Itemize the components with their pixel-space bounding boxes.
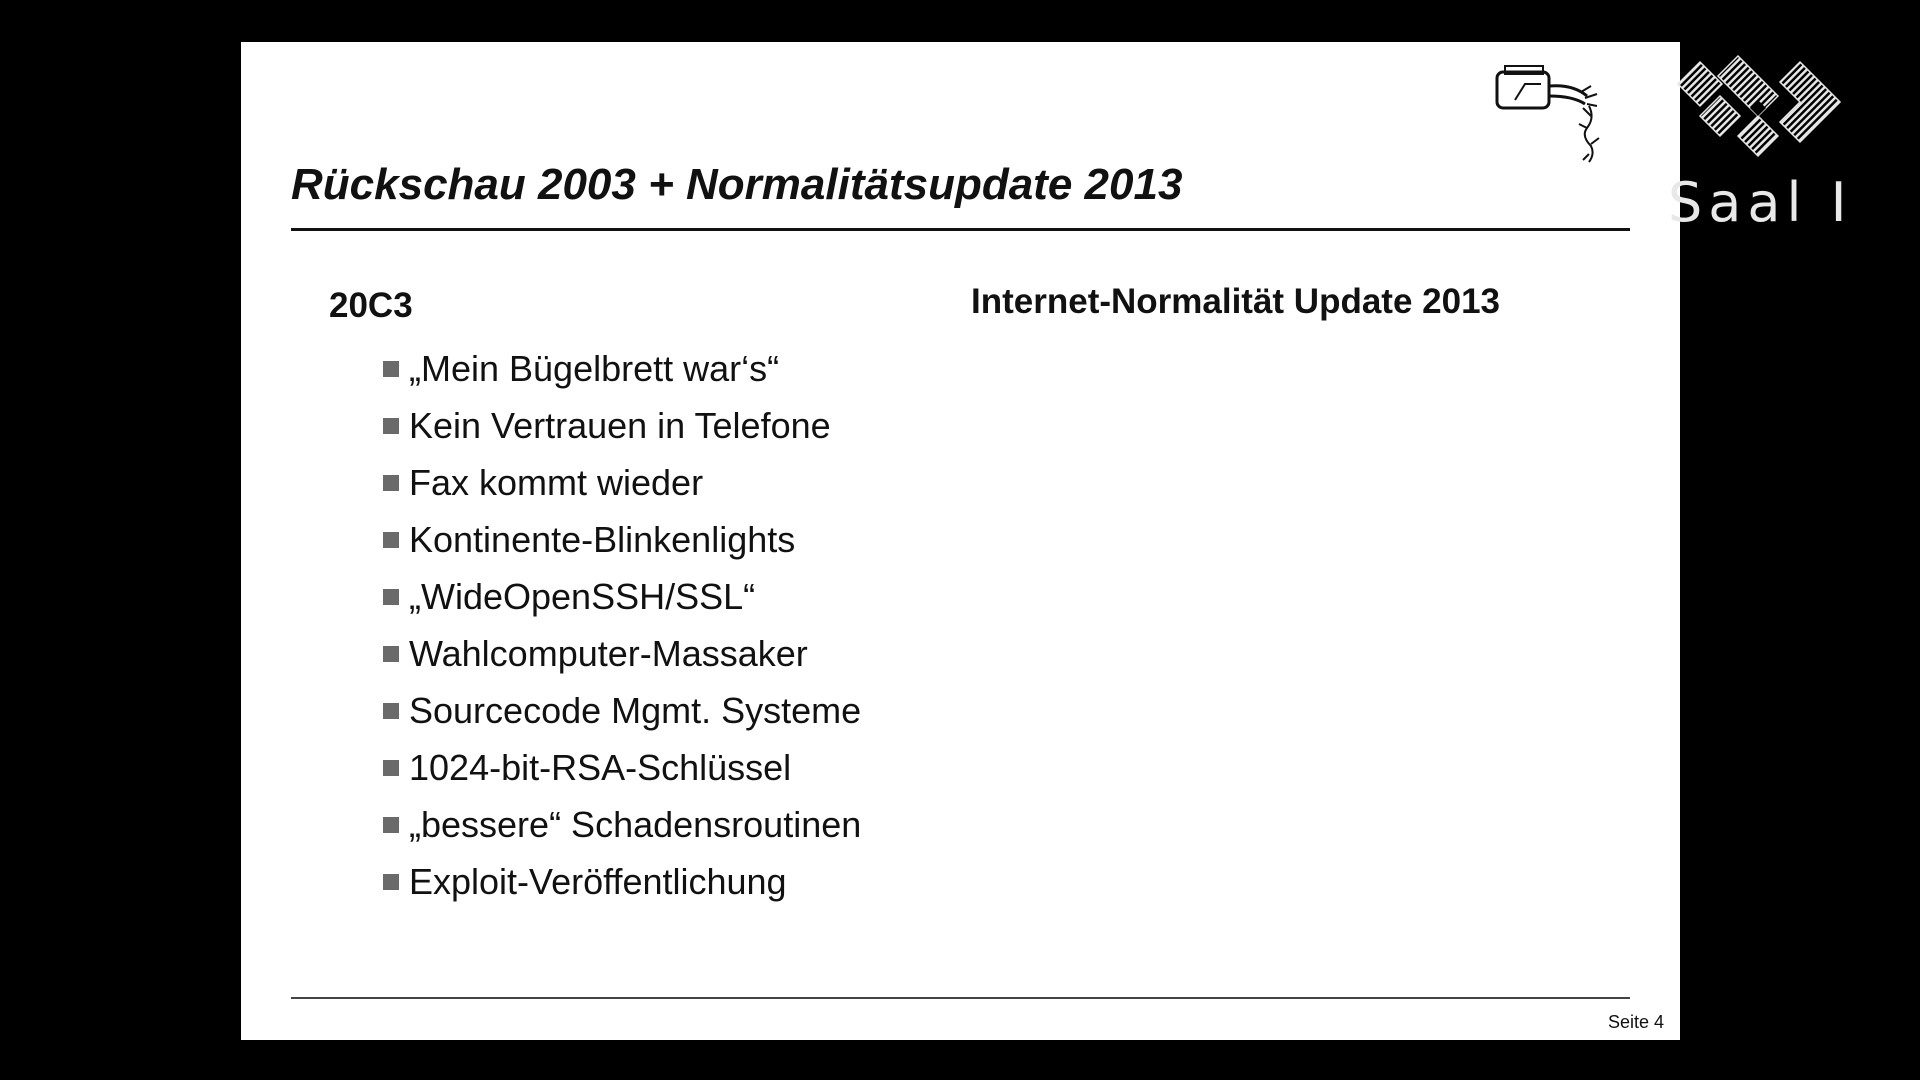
video-frame: Rückschau 2003 + Normalitätsupdate 2013 … <box>0 0 1920 1080</box>
list-item-text: „Mein Bügelbrett war‘s“ <box>409 347 780 389</box>
presentation-slide: Rückschau 2003 + Normalitätsupdate 2013 … <box>241 42 1680 1040</box>
page-number: Seite 4 <box>1607 1012 1664 1032</box>
list-item: Kein Vertrauen in Telefone <box>383 397 861 454</box>
square-bullet-icon <box>383 873 399 890</box>
list-item-text: „bessere“ Schadensroutinen <box>409 803 862 845</box>
list-item: „bessere“ Schadensroutinen <box>383 796 861 853</box>
room-label: Saal I <box>1668 171 1853 234</box>
square-bullet-icon <box>383 645 399 662</box>
congress-logo-icon <box>1676 54 1842 158</box>
list-item-text: „WideOpenSSH/SSL“ <box>409 575 756 617</box>
list-item-text: Kontinente-Blinkenlights <box>409 518 796 560</box>
square-bullet-icon <box>383 360 399 377</box>
list-item: Wahlcomputer-Massaker <box>383 625 861 682</box>
footer-divider <box>291 997 1630 999</box>
right-column-heading: Internet-Normalität Update 2013 <box>971 282 1501 321</box>
square-bullet-icon <box>383 759 399 776</box>
list-item: 1024-bit-RSA-Schlüssel <box>383 739 861 796</box>
square-bullet-icon <box>383 474 399 491</box>
square-bullet-icon <box>383 417 399 434</box>
list-item: Exploit-Veröffentlichung <box>383 853 861 910</box>
list-item: „WideOpenSSH/SSL“ <box>383 568 861 625</box>
list-item-text: 1024-bit-RSA-Schlüssel <box>409 746 792 788</box>
title-divider <box>291 228 1630 231</box>
list-item-text: Fax kommt wieder <box>409 461 704 503</box>
list-item-text: Wahlcomputer-Massaker <box>409 632 808 674</box>
right-column: Internet-Normalität Update 2013 <box>971 282 1500 336</box>
list-item: Kontinente-Blinkenlights <box>383 511 861 568</box>
slide-title: Rückschau 2003 + Normalitätsupdate 2013 <box>291 160 1183 209</box>
left-column-heading: 20C3 <box>329 286 413 325</box>
list-item-text: Kein Vertrauen in Telefone <box>409 404 831 446</box>
list-item-text: Sourcecode Mgmt. Systeme <box>409 689 862 731</box>
list-item: Fax kommt wieder <box>383 454 861 511</box>
list-item-text: Exploit-Veröffentlichung <box>409 860 787 902</box>
square-bullet-icon <box>383 816 399 833</box>
hand-keyboard-logo-icon <box>1495 65 1600 163</box>
left-column: 20C3 „Mein Bügelbrett war‘s“ Kein Vertra… <box>329 286 861 910</box>
square-bullet-icon <box>383 531 399 548</box>
square-bullet-icon <box>383 702 399 719</box>
list-item: „Mein Bügelbrett war‘s“ <box>383 340 861 397</box>
bullet-list: „Mein Bügelbrett war‘s“ Kein Vertrauen i… <box>329 340 861 910</box>
list-item: Sourcecode Mgmt. Systeme <box>383 682 861 739</box>
square-bullet-icon <box>383 588 399 605</box>
